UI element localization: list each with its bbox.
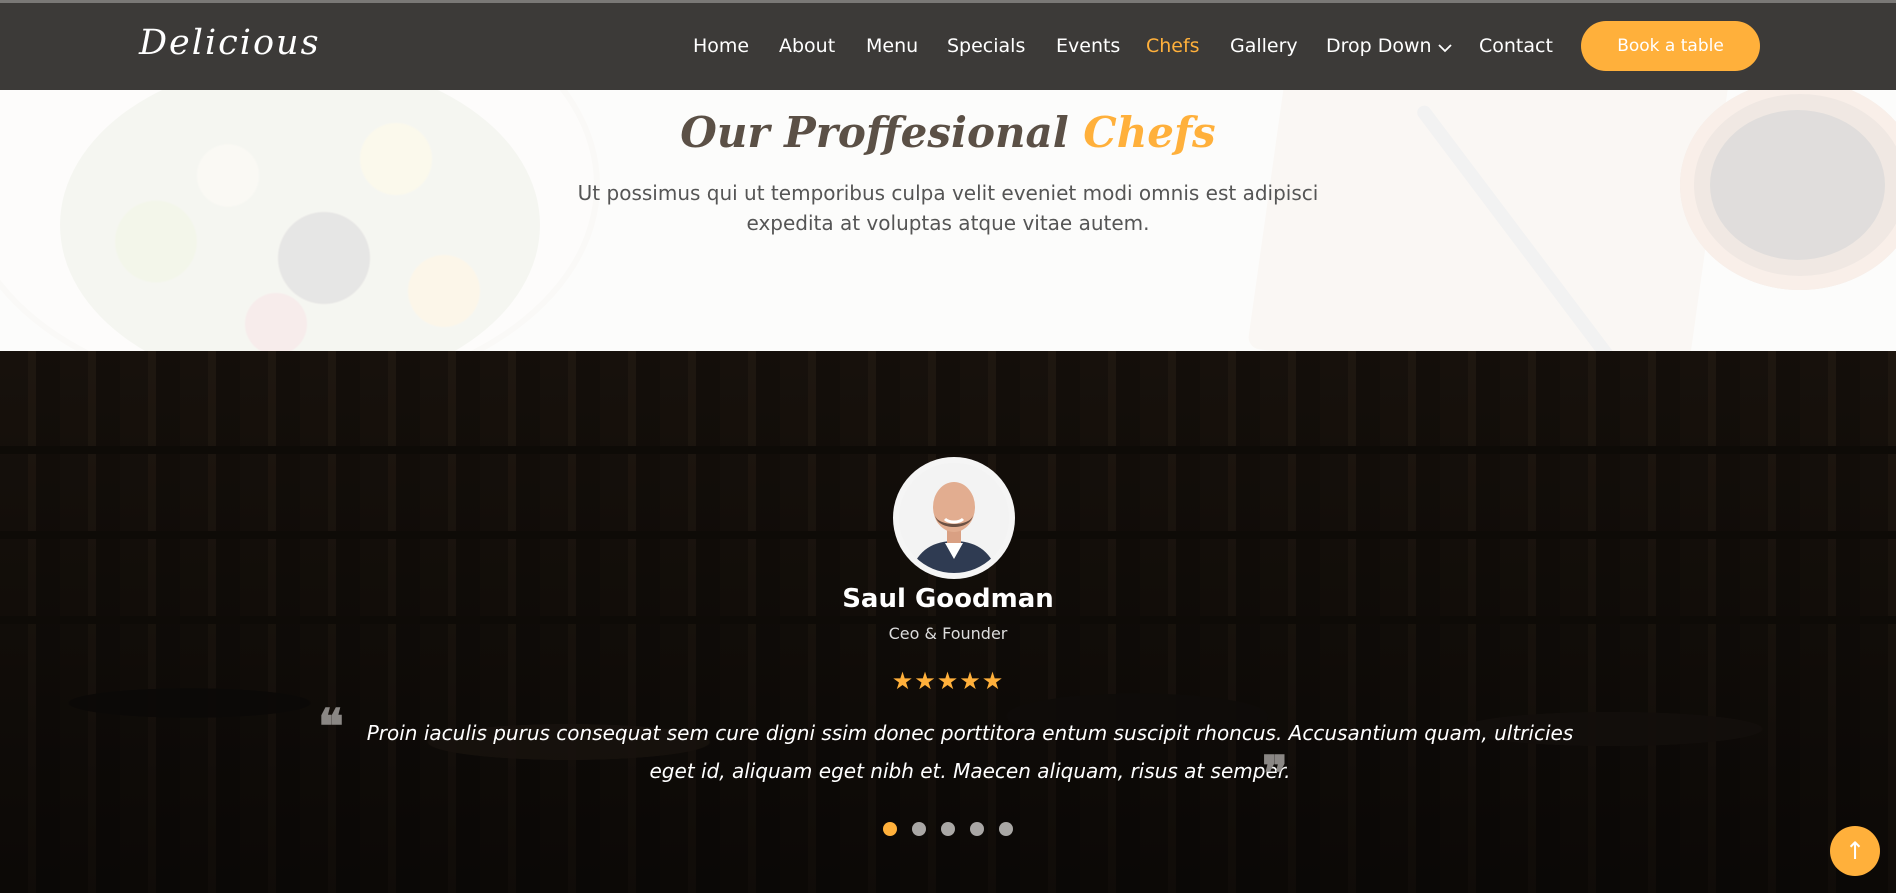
testimonial-name: Saul Goodman bbox=[842, 584, 1054, 614]
section-title: Our Proffesional Chefs bbox=[0, 108, 1896, 157]
section-title-accent: Chefs bbox=[1083, 108, 1216, 157]
nav-item-chefs[interactable]: Chefs bbox=[1146, 35, 1200, 57]
testimonial-overlay bbox=[0, 351, 1896, 893]
pagination-dot-2[interactable] bbox=[911, 822, 926, 836]
nav-item-dropdown-label: Drop Down bbox=[1326, 35, 1432, 57]
pagination-dot-4[interactable] bbox=[970, 822, 985, 836]
carousel-pagination bbox=[0, 821, 1896, 840]
book-table-button[interactable]: Book a table bbox=[1581, 21, 1760, 71]
pagination-dot-1[interactable] bbox=[882, 822, 897, 836]
testimonial-section: Saul Goodman Ceo & Founder ★★★★★ ❝ Proin… bbox=[0, 351, 1896, 893]
nav-item-home[interactable]: Home bbox=[693, 35, 749, 57]
nav-item-gallery[interactable]: Gallery bbox=[1230, 35, 1298, 57]
arrow-up-icon: ↑ bbox=[1844, 837, 1866, 865]
site-header: Delicious Home About Menu Specials Event… bbox=[0, 0, 1896, 90]
pagination-dot-3[interactable] bbox=[941, 822, 955, 836]
nav-item-menu[interactable]: Menu bbox=[866, 35, 918, 57]
nav-item-events[interactable]: Events bbox=[1056, 35, 1120, 57]
section-title-main: Our Proffesional bbox=[680, 108, 1069, 157]
nav-item-specials[interactable]: Specials bbox=[947, 35, 1025, 57]
nav-item-about[interactable]: About bbox=[779, 35, 835, 57]
quote-open-icon: ❝ bbox=[318, 699, 344, 755]
site-logo[interactable]: Delicious bbox=[139, 23, 321, 63]
testimonial-role: Ceo & Founder bbox=[888, 624, 1008, 643]
testimonial-text: Proin iaculis purus consequat sem cure d… bbox=[366, 721, 1574, 783]
back-to-top-button[interactable]: ↑ bbox=[1830, 826, 1880, 876]
pagination-dot-5[interactable] bbox=[999, 822, 1014, 836]
nav-item-contact[interactable]: Contact bbox=[1479, 35, 1553, 57]
section-description: Ut possimus qui ut temporibus culpa veli… bbox=[577, 181, 1319, 235]
quote-close-icon: ❞ bbox=[1262, 746, 1288, 802]
chefs-section-header: Our Proffesional Chefs Ut possimus qui u… bbox=[0, 90, 1896, 351]
chevron-down-icon bbox=[1437, 36, 1452, 58]
rating-stars-icon: ★★★★★ bbox=[891, 667, 1005, 695]
nav-item-dropdown[interactable]: Drop Down bbox=[1326, 35, 1452, 58]
person-photo-icon bbox=[899, 463, 1009, 573]
avatar bbox=[893, 457, 1015, 579]
